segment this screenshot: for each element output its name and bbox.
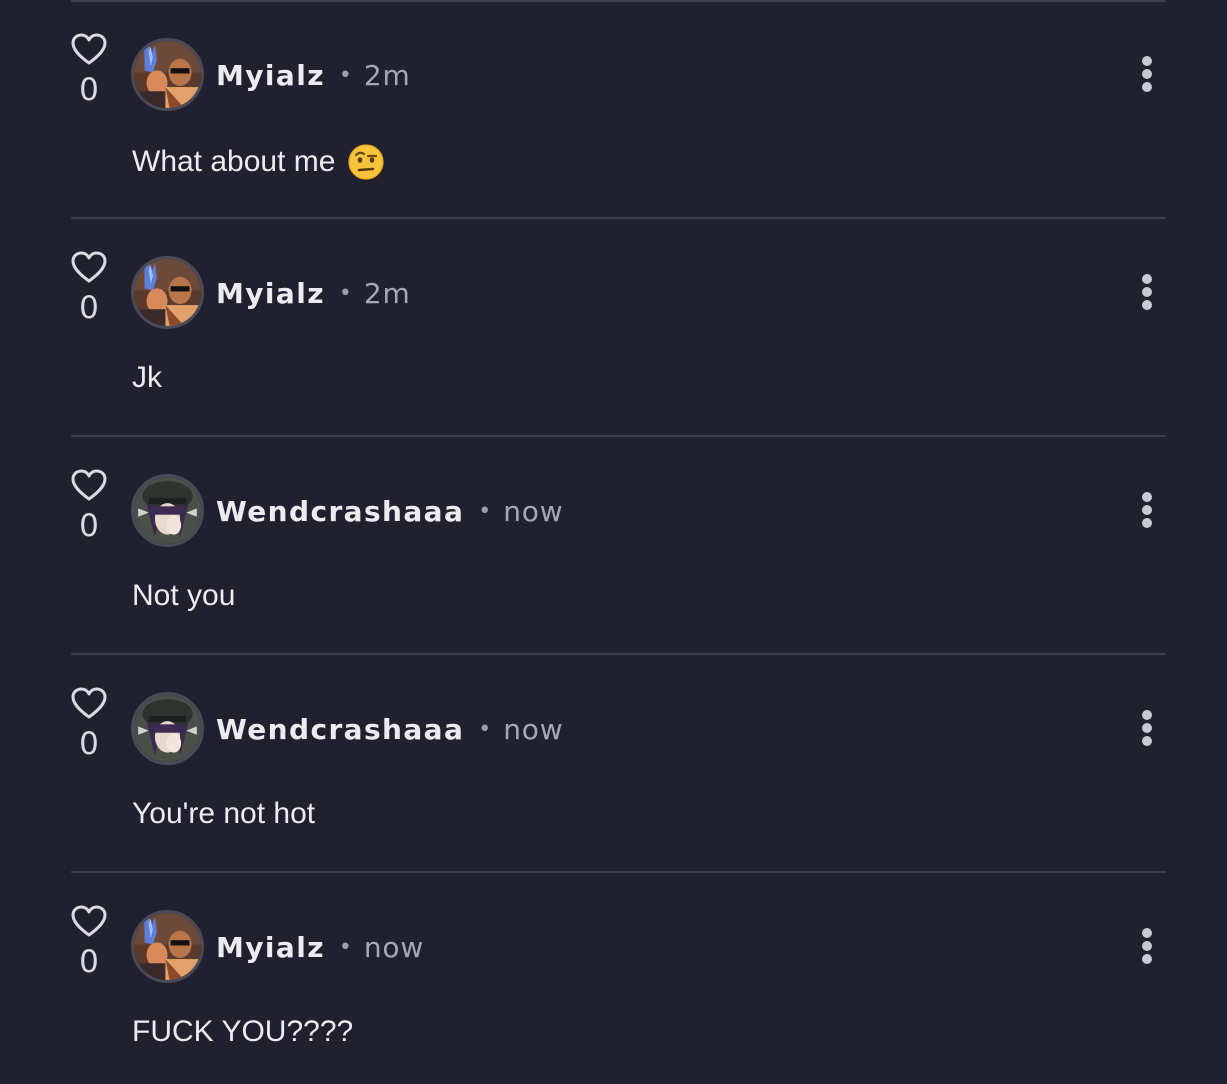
like-button[interactable]: 0 bbox=[64, 684, 114, 764]
heart-outline-icon[interactable] bbox=[70, 904, 108, 938]
heart-outline-icon[interactable] bbox=[70, 468, 108, 502]
like-count: 0 bbox=[79, 508, 99, 544]
like-count: 0 bbox=[79, 72, 99, 108]
comment-text: What about me bbox=[132, 143, 385, 181]
timestamp: now bbox=[503, 494, 564, 528]
username[interactable]: Myialz bbox=[216, 277, 325, 310]
comment-meta: Wendcrashaaa • now bbox=[216, 709, 563, 749]
separator-dot: • bbox=[338, 62, 352, 88]
avatar[interactable] bbox=[131, 692, 204, 765]
comment-meta: Myialz • 2m bbox=[216, 55, 411, 95]
comment-body: Not you bbox=[132, 579, 236, 612]
comment-thread: 0 Myialz • 2m What about me 0 Myialz • 2… bbox=[0, 0, 1227, 1084]
timestamp: now bbox=[503, 712, 564, 746]
comment-body: You're not hot bbox=[132, 797, 316, 830]
like-button[interactable]: 0 bbox=[64, 30, 114, 110]
like-count: 0 bbox=[79, 726, 99, 762]
more-vertical-icon[interactable] bbox=[1130, 706, 1164, 750]
username[interactable]: Myialz bbox=[216, 59, 325, 92]
comment-body: What about me bbox=[132, 145, 336, 178]
comment-text: Not you bbox=[132, 579, 235, 613]
like-button[interactable]: 0 bbox=[64, 466, 114, 546]
comment-meta: Myialz • 2m bbox=[216, 273, 411, 313]
comment-item: 0 Wendcrashaaa • now Not you bbox=[0, 436, 1227, 654]
comment-item: 0 Myialz • 2m What about me bbox=[0, 0, 1227, 218]
like-count: 0 bbox=[79, 944, 99, 980]
username[interactable]: Wendcrashaaa bbox=[216, 713, 464, 746]
separator-dot: • bbox=[478, 498, 492, 524]
like-count: 0 bbox=[79, 290, 99, 326]
avatar[interactable] bbox=[131, 474, 204, 547]
timestamp: 2m bbox=[363, 58, 411, 92]
like-button[interactable]: 0 bbox=[64, 902, 114, 982]
timestamp: now bbox=[363, 930, 425, 964]
comment-body: Jk bbox=[132, 361, 162, 394]
username[interactable]: Myialz bbox=[216, 931, 325, 964]
comment-text: Jk bbox=[132, 361, 162, 395]
separator-dot: • bbox=[478, 716, 492, 742]
comment-text: FUCK YOU???? bbox=[132, 1015, 353, 1049]
username[interactable]: Wendcrashaaa bbox=[216, 495, 464, 528]
timestamp: 2m bbox=[363, 276, 411, 310]
face-with-raised-eyebrow-emoji bbox=[347, 143, 385, 181]
comment-body: FUCK YOU???? bbox=[132, 1015, 354, 1048]
more-vertical-icon[interactable] bbox=[1130, 270, 1164, 314]
heart-outline-icon[interactable] bbox=[70, 32, 108, 66]
avatar[interactable] bbox=[131, 256, 204, 329]
comment-item: 0 Wendcrashaaa • now You're not hot bbox=[0, 654, 1227, 872]
like-button[interactable]: 0 bbox=[64, 248, 114, 328]
comment-text: You're not hot bbox=[132, 797, 315, 831]
more-vertical-icon[interactable] bbox=[1130, 52, 1164, 96]
comment-meta: Wendcrashaaa • now bbox=[216, 491, 563, 531]
comment-item: 0 Myialz • 2m Jk bbox=[0, 218, 1227, 436]
separator-dot: • bbox=[338, 934, 352, 960]
comment-item: 0 Myialz • now FUCK YOU???? bbox=[0, 872, 1227, 1084]
heart-outline-icon[interactable] bbox=[70, 250, 108, 284]
separator-dot: • bbox=[338, 280, 352, 306]
heart-outline-icon[interactable] bbox=[70, 686, 108, 720]
comment-meta: Myialz • now bbox=[216, 927, 424, 967]
avatar[interactable] bbox=[131, 910, 204, 983]
avatar[interactable] bbox=[131, 38, 204, 111]
more-vertical-icon[interactable] bbox=[1130, 488, 1164, 532]
more-vertical-icon[interactable] bbox=[1130, 924, 1164, 968]
